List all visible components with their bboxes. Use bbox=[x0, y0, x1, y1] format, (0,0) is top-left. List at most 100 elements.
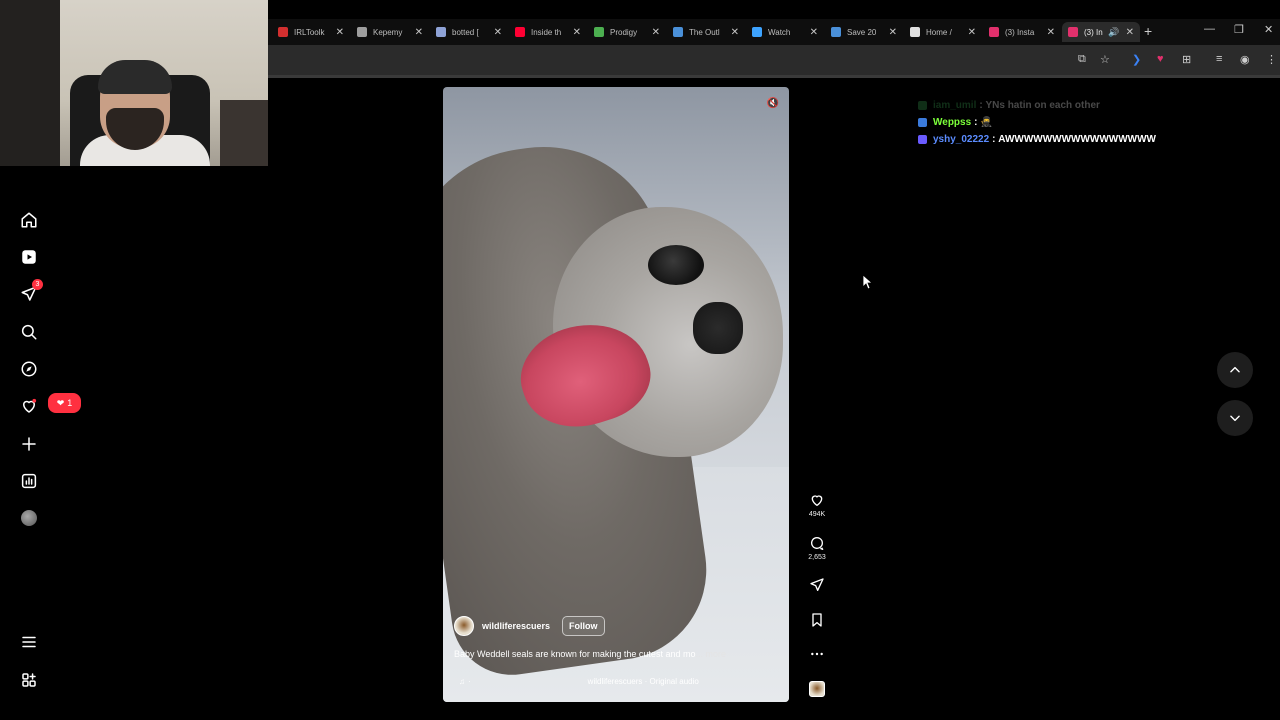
tab-0[interactable]: IRLToolk ✕ bbox=[272, 22, 350, 42]
search-icon bbox=[21, 324, 37, 340]
nav-messages[interactable]: 3 bbox=[14, 279, 44, 309]
chat-line: iam_umil : YNs hatin on each other bbox=[918, 97, 1238, 114]
steam-icon bbox=[673, 27, 683, 37]
chat-badge-icon bbox=[918, 118, 927, 127]
nav-more[interactable] bbox=[14, 627, 44, 657]
nav-search[interactable] bbox=[14, 317, 44, 347]
more-options-action[interactable] bbox=[805, 646, 829, 662]
cast-icon[interactable]: ⧉ bbox=[1078, 53, 1086, 66]
close-icon[interactable]: ✕ bbox=[573, 27, 581, 38]
chat-badge-icon bbox=[918, 101, 927, 110]
close-icon[interactable]: ✕ bbox=[1047, 27, 1055, 38]
reels-icon bbox=[22, 250, 36, 264]
extensions-puzzle-icon[interactable]: ⊞ bbox=[1182, 53, 1191, 66]
close-icon[interactable]: ✕ bbox=[415, 27, 423, 38]
tab-label: Save 20 bbox=[847, 27, 877, 37]
audio-thumbnail-action[interactable] bbox=[805, 681, 829, 697]
caption-text: Baby Weddell seals are known for making … bbox=[454, 649, 696, 659]
tab-2[interactable]: botted [ ✕ bbox=[430, 22, 508, 42]
browser-toolbar: ⧉ ☆ ❯ ♥ ⊞ ≡ ◉ ⋮ bbox=[268, 45, 1280, 75]
tab-label: IRLToolk bbox=[294, 27, 325, 37]
profile-avatar-icon[interactable]: ◉ bbox=[1240, 53, 1250, 66]
nav-home[interactable] bbox=[14, 205, 44, 235]
chat-username: iam_umil bbox=[933, 100, 977, 111]
tab-5[interactable]: The Outl ✕ bbox=[667, 22, 745, 42]
tab-8[interactable]: Home / ✕ bbox=[904, 22, 982, 42]
author-username[interactable]: wildliferescuers bbox=[482, 621, 550, 631]
instagram-icon bbox=[1068, 27, 1078, 37]
tab-4[interactable]: Prodigy ✕ bbox=[588, 22, 666, 42]
caption-more-link[interactable]: ... more bbox=[695, 649, 726, 659]
extension-pin-icon[interactable]: ♥ bbox=[1157, 53, 1164, 65]
save-action[interactable] bbox=[805, 612, 829, 628]
extension-wave-icon[interactable]: ❯ bbox=[1132, 53, 1141, 66]
nav-also-from-meta[interactable] bbox=[14, 665, 44, 695]
toolbar-divider bbox=[268, 75, 1280, 78]
tab-label: (3) In bbox=[1084, 27, 1103, 37]
notification-popup-badge[interactable]: ❤ 1 bbox=[48, 393, 81, 413]
close-icon[interactable]: ✕ bbox=[1126, 27, 1134, 38]
browser-tab-bar: IRLToolk ✕ Kepemy ✕ botted [ ✕ Inside th… bbox=[268, 19, 1280, 45]
leaf-icon bbox=[594, 27, 604, 37]
audio-marker: · bbox=[468, 677, 471, 686]
bookmark-star-icon[interactable]: ☆ bbox=[1100, 53, 1110, 66]
close-icon[interactable]: ✕ bbox=[336, 27, 344, 38]
new-tab-button[interactable]: + bbox=[1144, 23, 1152, 39]
nav-reels[interactable] bbox=[14, 242, 44, 272]
author-avatar[interactable] bbox=[454, 616, 474, 636]
nav-dashboard[interactable] bbox=[14, 466, 44, 496]
music-note-icon: ♫ bbox=[459, 677, 465, 686]
follow-button[interactable]: Follow bbox=[562, 616, 605, 636]
nav-explore[interactable] bbox=[14, 354, 44, 384]
chat-line: Weppss : 🥷 bbox=[918, 114, 1238, 131]
tab-label: (3) Insta bbox=[1005, 27, 1035, 37]
close-icon[interactable]: ✕ bbox=[494, 27, 502, 38]
nav-notifications[interactable] bbox=[14, 391, 44, 421]
sound-toggle-icon[interactable]: 🔇 bbox=[765, 95, 781, 111]
restore-button[interactable]: ❐ bbox=[1234, 23, 1244, 36]
next-reel-button[interactable] bbox=[1217, 400, 1253, 436]
previous-reel-button[interactable] bbox=[1217, 352, 1253, 388]
nav-profile[interactable] bbox=[14, 503, 44, 533]
tab-3[interactable]: Inside th ✕ bbox=[509, 22, 587, 42]
close-icon[interactable]: ✕ bbox=[889, 27, 897, 38]
close-icon[interactable]: ✕ bbox=[731, 27, 739, 38]
speaker-icon[interactable]: 🔊 bbox=[1108, 27, 1119, 38]
discord-icon bbox=[436, 27, 446, 37]
nav-create[interactable] bbox=[14, 429, 44, 459]
reel-audio[interactable]: ♫ · wildliferescuers · Original audio bbox=[454, 677, 778, 686]
minimize-button[interactable]: — bbox=[1204, 23, 1215, 35]
reel-video[interactable]: 🔇 wildliferescuers Follow Baby Weddell s… bbox=[443, 87, 789, 702]
window-close-button[interactable]: ✕ bbox=[1264, 23, 1273, 36]
hamburger-menu-icon bbox=[22, 636, 36, 648]
audio-track-label[interactable]: wildliferescuers · Original audio bbox=[588, 677, 699, 686]
apps-grid-icon bbox=[22, 673, 36, 687]
close-icon[interactable]: ✕ bbox=[810, 27, 818, 38]
kebab-menu-icon[interactable]: ⋮ bbox=[1266, 53, 1277, 66]
profile-avatar bbox=[21, 510, 37, 526]
tab-6[interactable]: Watch ✕ bbox=[746, 22, 824, 42]
irltoolkit-icon bbox=[278, 27, 288, 37]
seal-nose bbox=[693, 302, 743, 354]
tab-10-active[interactable]: (3) In 🔊 ✕ bbox=[1062, 22, 1140, 42]
screen: IRLToolk ✕ Kepemy ✕ botted [ ✕ Inside th… bbox=[0, 0, 1280, 720]
tab-7[interactable]: Save 20 ✕ bbox=[825, 22, 903, 42]
share-action[interactable] bbox=[805, 577, 829, 593]
plus-icon bbox=[22, 437, 36, 451]
seal-eye bbox=[648, 245, 704, 285]
reading-list-icon[interactable]: ≡ bbox=[1216, 53, 1222, 65]
play-circle-icon bbox=[752, 27, 762, 37]
instagram-sidebar: 3 bbox=[0, 166, 60, 720]
comment-action[interactable]: 2,653 bbox=[805, 535, 829, 561]
like-action[interactable]: 494K bbox=[805, 492, 829, 518]
heart-filled-icon: ❤ bbox=[56, 397, 65, 408]
tab-1[interactable]: Kepemy ✕ bbox=[351, 22, 429, 42]
tab-label: Watch bbox=[768, 27, 791, 37]
close-icon[interactable]: ✕ bbox=[652, 27, 660, 38]
x-logo-icon bbox=[910, 27, 920, 37]
chat-message: YNs hatin on each other bbox=[985, 100, 1100, 111]
close-icon[interactable]: ✕ bbox=[968, 27, 976, 38]
stream-chat: iam_umil : YNs hatin on each other Wepps… bbox=[918, 97, 1238, 148]
tab-9[interactable]: (3) Insta ✕ bbox=[983, 22, 1061, 42]
heart-icon bbox=[811, 495, 823, 506]
